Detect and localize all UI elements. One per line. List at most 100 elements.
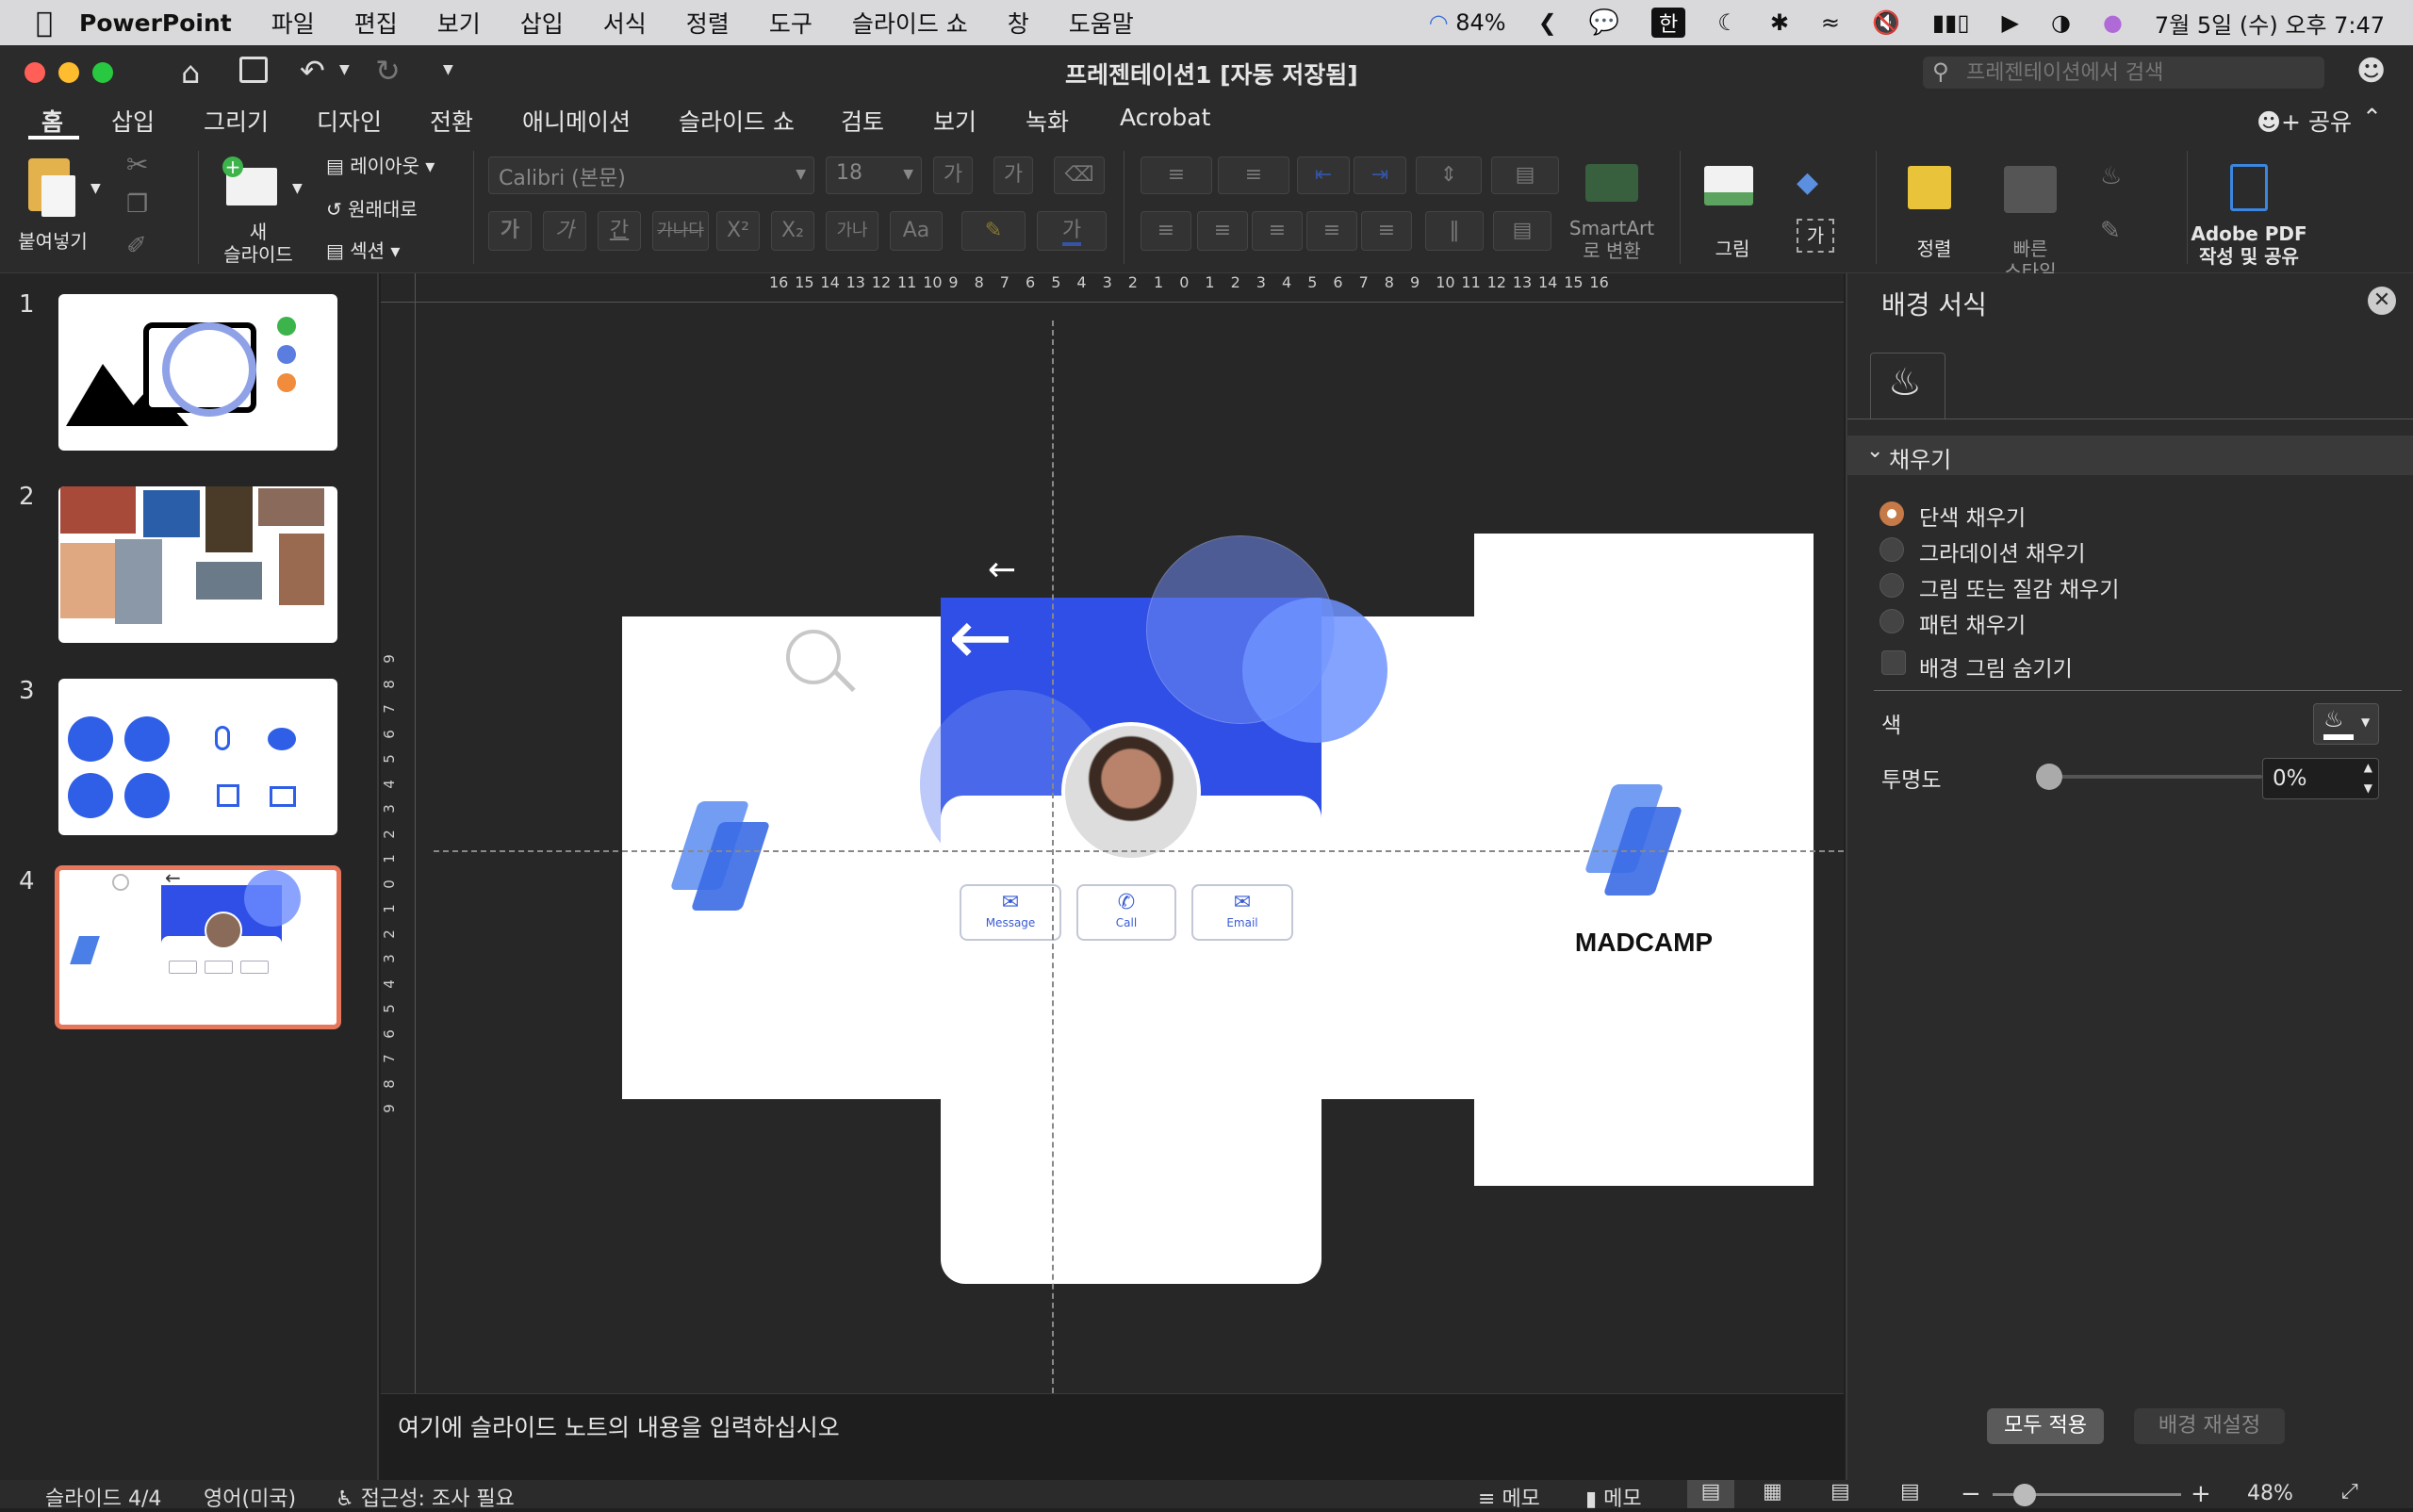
reset-button[interactable]: ↺ 원래대로 xyxy=(326,194,418,222)
reset-background-button[interactable]: 배경 재설정 xyxy=(2134,1408,2285,1444)
zoom-slider-thumb[interactable] xyxy=(2012,1484,2036,1506)
slide-sorter-button[interactable]: ▦ xyxy=(1763,1480,1782,1504)
bold-button[interactable]: 가 xyxy=(488,211,532,251)
transparency-slider-thumb[interactable] xyxy=(2036,764,2062,790)
menu-file[interactable]: 파일 xyxy=(271,6,315,40)
bluetooth-icon[interactable]: ✱ xyxy=(1770,9,1789,36)
search-icon[interactable] xyxy=(786,630,841,684)
account-icon[interactable]: ☻ xyxy=(2356,55,2386,88)
call-button[interactable]: ✆ Call xyxy=(1076,884,1176,941)
zoom-in-button[interactable]: + xyxy=(2191,1480,2211,1508)
align-left-button[interactable]: ≡ xyxy=(1141,211,1191,251)
superscript-button[interactable]: X² xyxy=(716,211,760,251)
save-icon[interactable] xyxy=(239,57,268,83)
email-button[interactable]: ✉ Email xyxy=(1191,884,1293,941)
shape-outline-icon[interactable]: ✎ xyxy=(2100,217,2121,245)
close-window-button[interactable] xyxy=(25,62,45,83)
text-direction-button[interactable]: 가나 xyxy=(826,211,878,251)
menu-insert[interactable]: 삽입 xyxy=(520,6,564,40)
brand-title[interactable]: MADCAMP xyxy=(1568,928,1719,958)
shape-fill-icon[interactable]: ♨ xyxy=(2100,162,2122,190)
app-menu[interactable]: PowerPoint xyxy=(79,9,232,37)
transparency-stepper[interactable]: 0% ▲ ▼ xyxy=(2262,758,2379,799)
gradient-fill-radio[interactable] xyxy=(1880,537,1904,562)
collapse-ribbon-icon[interactable]: ⌃ xyxy=(2362,104,2382,131)
justify-button[interactable]: ≡ xyxy=(1306,211,1357,251)
chevron-left-icon[interactable]: ❮ xyxy=(1538,9,1557,36)
shapes-button[interactable]: ◆ xyxy=(1797,166,1818,199)
search-input[interactable] xyxy=(1966,58,2315,87)
wifi-icon[interactable]: ≈ xyxy=(1821,9,1840,36)
fit-slide-button[interactable]: ⤢ xyxy=(2341,1480,2358,1504)
back-arrow-icon[interactable]: ← xyxy=(948,600,1013,677)
align-right-button[interactable]: ≡ xyxy=(1252,211,1303,251)
menu-window[interactable]: 창 xyxy=(1008,6,1029,40)
slide-thumbnail-1[interactable] xyxy=(58,294,337,451)
search-box[interactable]: ⚲ xyxy=(1923,57,2324,89)
color-picker-button[interactable]: ♨ ▼ xyxy=(2313,703,2379,745)
close-pane-button[interactable]: ✕ xyxy=(2368,287,2396,315)
quick-styles-button[interactable]: 빠른 스타일 xyxy=(1985,160,2076,283)
columns-button[interactable]: ▤ xyxy=(1491,156,1559,194)
paste-dropdown-icon[interactable]: ▼ xyxy=(90,181,101,196)
transparency-slider-track[interactable] xyxy=(2047,775,2262,779)
vertical-guide[interactable] xyxy=(1052,320,1054,1393)
font-size-select[interactable]: 18 ▼ xyxy=(826,156,922,194)
comments-button[interactable]: ▮ 메모 xyxy=(1585,1482,1642,1512)
apply-all-button[interactable]: 모두 적용 xyxy=(1987,1408,2104,1444)
slide-thumbnail-4-selected[interactable]: ← xyxy=(55,865,341,1029)
strikethrough-button[interactable]: 가나다 xyxy=(652,211,709,251)
picture-button[interactable]: 그림 xyxy=(1697,160,1768,264)
tab-home[interactable]: 홈 xyxy=(41,104,63,138)
adobe-pdf-button[interactable]: Adobe PDF 작성 및 공유 xyxy=(2191,160,2307,271)
zoom-window-button[interactable] xyxy=(92,62,113,83)
moon-icon[interactable]: ☾ xyxy=(1717,9,1738,36)
text-direction-vertical-button[interactable]: ‖ xyxy=(1425,211,1484,251)
normal-view-button[interactable]: ▤ xyxy=(1687,1480,1734,1508)
tab-design[interactable]: 디자인 xyxy=(317,104,382,138)
numbering-button[interactable]: ≡ xyxy=(1218,156,1289,194)
profile-avatar[interactable] xyxy=(1061,722,1201,862)
undo-dropdown-icon[interactable]: ▼ xyxy=(339,62,350,77)
notes-placeholder[interactable]: 여기에 슬라이드 노트의 내용을 입력하십시오 xyxy=(398,1409,840,1443)
fill-tab[interactable]: ♨ xyxy=(1870,353,1945,419)
home-icon[interactable]: ⌂ xyxy=(181,55,200,90)
align-text-button[interactable]: ▤ xyxy=(1493,211,1551,251)
grow-font-button[interactable]: 가 xyxy=(933,156,973,194)
minimize-window-button[interactable] xyxy=(58,62,79,83)
tab-insert[interactable]: 삽입 xyxy=(111,104,155,138)
clock[interactable]: 7월 5일 (수) 오후 7:47 xyxy=(2155,7,2385,40)
change-case-button[interactable]: Aa xyxy=(890,211,943,251)
decrease-indent-button[interactable]: ⇤ xyxy=(1297,156,1350,194)
cut-icon[interactable]: ✂ xyxy=(126,149,148,180)
pattern-fill-radio[interactable] xyxy=(1880,609,1904,633)
sync-progress[interactable]: ◠ 84% xyxy=(1429,9,1506,36)
horizontal-guide[interactable] xyxy=(434,850,1844,852)
menu-arrange[interactable]: 정렬 xyxy=(686,6,730,40)
menu-help[interactable]: 도움말 xyxy=(1069,6,1134,40)
redo-icon[interactable]: ↻ xyxy=(375,53,401,89)
notes-toggle-button[interactable]: ≡ 메모 xyxy=(1478,1482,1540,1512)
play-icon[interactable]: ▶ xyxy=(2002,9,2019,36)
message-button[interactable]: ✉ Message xyxy=(960,884,1061,941)
smartart-button[interactable]: SmartArt 로 변환 xyxy=(1565,164,1659,268)
undo-icon[interactable]: ↶ xyxy=(300,53,325,89)
input-method[interactable]: 한 xyxy=(1651,8,1686,38)
underline-button[interactable]: 간 xyxy=(598,211,641,251)
bullets-button[interactable]: ≡ xyxy=(1141,156,1212,194)
slide-canvas-area[interactable]: 16 15 14 13 12 11 10 9 8 7 6 5 4 3 2 1 0 1 2 3 4 5 6 7 8 9 10 11 12 1… xyxy=(381,273,1844,1393)
tab-draw[interactable]: 그리기 xyxy=(204,104,269,138)
textbox-button[interactable]: 가 xyxy=(1797,219,1834,253)
tab-slideshow[interactable]: 슬라이드 쇼 xyxy=(679,104,795,138)
stepper-down-icon[interactable]: ▼ xyxy=(2364,781,2372,795)
stepper-up-icon[interactable]: ▲ xyxy=(2364,761,2372,774)
battery-icon[interactable]: ▮▮▯ xyxy=(1932,9,1970,36)
solid-fill-radio[interactable] xyxy=(1880,501,1904,526)
mute-icon[interactable]: 🔇 xyxy=(1872,9,1900,36)
new-slide-dropdown-icon[interactable]: ▼ xyxy=(292,181,303,196)
clear-format-button[interactable]: ⌫ xyxy=(1054,156,1105,194)
accessibility-button[interactable]: ♿ 접근성: 조사 필요 xyxy=(336,1482,515,1512)
tab-review[interactable]: 검토 xyxy=(841,104,884,138)
menu-edit[interactable]: 편집 xyxy=(354,6,398,40)
notes-pane[interactable]: 여기에 슬라이드 노트의 내용을 입력하십시오 xyxy=(381,1393,1844,1480)
